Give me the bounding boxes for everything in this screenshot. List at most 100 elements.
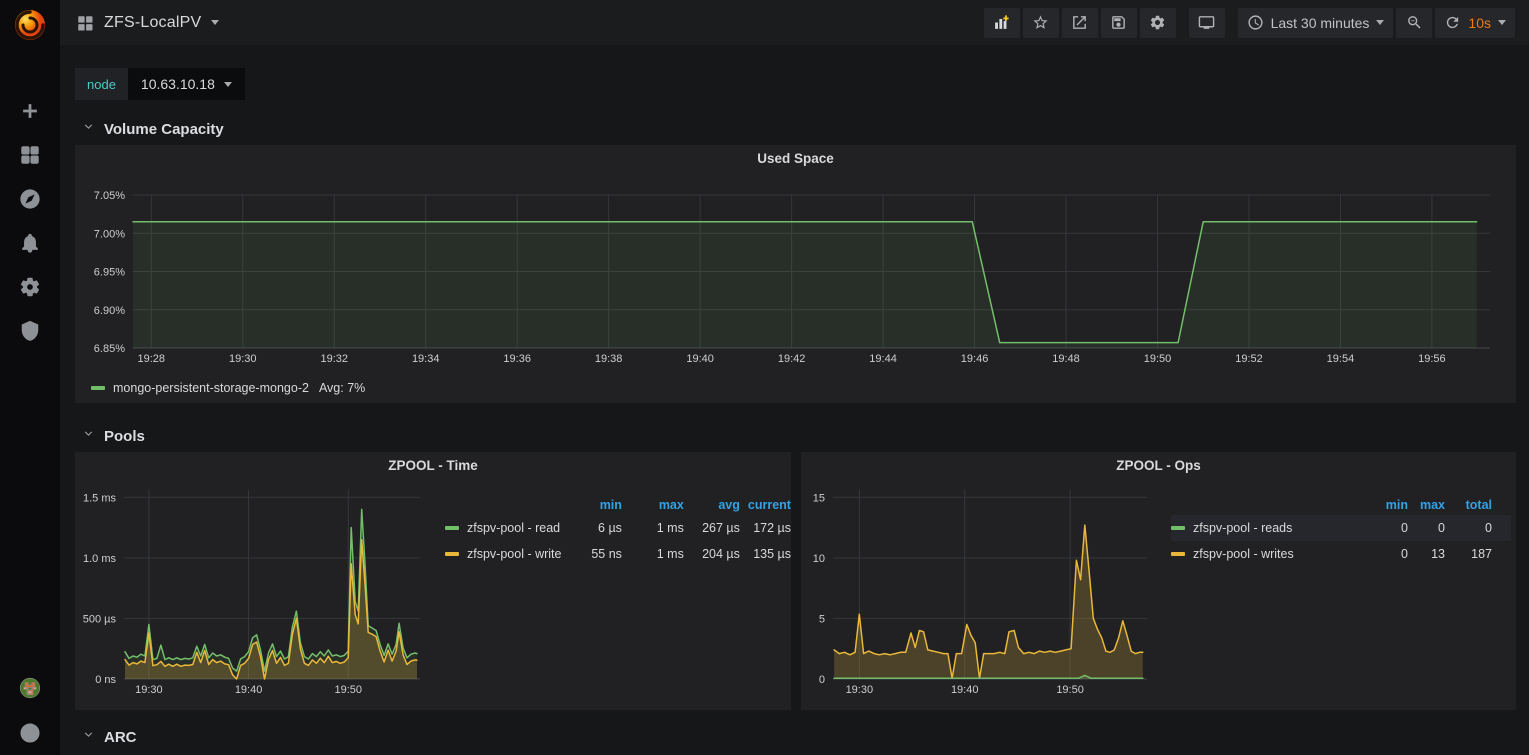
refresh-button[interactable]: 10s (1435, 8, 1515, 38)
variable-node-value-dropdown[interactable]: 10.63.10.18 (128, 68, 245, 100)
legend-series-name[interactable]: zfspv-pool - writes (1171, 547, 1301, 561)
svg-text:19:42: 19:42 (778, 353, 806, 365)
variable-node-label: node (75, 68, 128, 100)
svg-text:19:40: 19:40 (951, 684, 979, 696)
dashboard-settings-button[interactable] (1140, 8, 1176, 38)
star-button[interactable] (1023, 8, 1059, 38)
row-header-volume-capacity[interactable]: Volume Capacity (60, 115, 224, 143)
used-space-legend[interactable]: mongo-persistent-storage-mongo-2 Avg: 7% (91, 381, 365, 395)
svg-text:6.90%: 6.90% (94, 305, 125, 317)
chevron-down-icon (1376, 20, 1384, 25)
legend-series-row[interactable]: zfspv-pool - writes013187 (1171, 541, 1511, 567)
legend-value: 0 (1408, 521, 1445, 535)
legend-value: 267 µs (684, 521, 740, 535)
svg-text:1.0 ms: 1.0 ms (83, 553, 117, 565)
settings-gear-icon (1149, 14, 1166, 31)
server-admin-shield-icon[interactable] (0, 314, 60, 348)
legend-column-header[interactable]: max (1408, 498, 1445, 512)
legend-value: 1 ms (622, 547, 684, 561)
legend-series-name[interactable]: zfspv-pool - reads (1171, 521, 1301, 535)
chevron-down-icon (1498, 20, 1506, 25)
svg-text:19:30: 19:30 (229, 353, 257, 365)
refresh-interval-label: 10s (1468, 15, 1491, 31)
legend-value: 13 (1408, 547, 1445, 561)
legend-column-header[interactable]: min (573, 498, 622, 512)
svg-text:19:48: 19:48 (1052, 353, 1080, 365)
svg-text:1.5 ms: 1.5 ms (83, 492, 117, 504)
svg-text:19:50: 19:50 (1144, 353, 1172, 365)
dashboards-icon[interactable] (0, 138, 60, 172)
add-panel-icon (993, 14, 1010, 31)
legend-series-row[interactable]: zfspv-pool - write55 ns1 ms204 µs135 µs (445, 541, 791, 567)
svg-text:10: 10 (813, 553, 825, 565)
legend-value: 1 ms (622, 521, 684, 535)
series-swatch (445, 552, 459, 556)
svg-text:19:36: 19:36 (503, 353, 531, 365)
svg-text:19:50: 19:50 (1056, 684, 1084, 696)
panel-used-space: Used Space 19:2819:3019:3219:3419:3619:3… (75, 145, 1516, 403)
create-plus-icon[interactable] (0, 94, 60, 128)
row-header-pools[interactable]: Pools (60, 422, 145, 450)
dashboard-title-dropdown[interactable]: ZFS-LocalPV (76, 14, 219, 32)
legend-series-row[interactable]: zfspv-pool - read6 µs1 ms267 µs172 µs (445, 515, 791, 541)
zpool-ops-chart[interactable]: 19:3019:4019:50051015 (801, 452, 1516, 710)
share-button[interactable] (1062, 8, 1098, 38)
used-space-chart[interactable]: 19:2819:3019:3219:3419:3619:3819:4019:42… (75, 145, 1516, 403)
svg-text:19:30: 19:30 (135, 684, 163, 696)
legend-column-header[interactable]: min (1301, 498, 1408, 512)
legend-column-header[interactable]: total (1445, 498, 1492, 512)
svg-text:5: 5 (819, 613, 825, 625)
time-range-picker[interactable]: Last 30 minutes (1238, 8, 1394, 38)
chevron-down-icon (211, 20, 219, 25)
explore-compass-icon[interactable] (0, 182, 60, 216)
add-panel-button[interactable] (984, 8, 1020, 38)
svg-text:19:46: 19:46 (961, 353, 989, 365)
row-title: ARC (104, 729, 137, 746)
legend-column-header[interactable]: current (740, 498, 791, 512)
help-icon[interactable] (0, 716, 60, 750)
legend-value: 204 µs (684, 547, 740, 561)
user-avatar[interactable] (0, 670, 60, 706)
svg-text:19:52: 19:52 (1235, 353, 1263, 365)
chevron-down-icon (224, 82, 232, 87)
cycle-view-button[interactable] (1189, 8, 1225, 38)
legend-header-row: minmaxtotal (1171, 494, 1511, 515)
zoom-out-icon (1406, 14, 1423, 31)
grafana-logo[interactable] (10, 4, 50, 44)
configuration-gear-icon[interactable] (0, 270, 60, 304)
legend-series-name[interactable]: zfspv-pool - read (445, 521, 573, 535)
svg-text:19:50: 19:50 (334, 684, 362, 696)
legend-value: 55 ns (573, 547, 622, 561)
svg-text:19:40: 19:40 (235, 684, 263, 696)
legend-value: 187 (1445, 547, 1492, 561)
legend-value: 6 µs (573, 521, 622, 535)
time-range-label: Last 30 minutes (1271, 15, 1370, 31)
svg-text:19:44: 19:44 (869, 353, 897, 365)
zoom-out-button[interactable] (1396, 8, 1432, 38)
save-icon (1110, 14, 1127, 31)
save-button[interactable] (1101, 8, 1137, 38)
legend-column-header[interactable]: max (622, 498, 684, 512)
svg-text:0 ns: 0 ns (95, 674, 116, 686)
row-header-arc[interactable]: ARC (60, 723, 137, 751)
series-swatch (1171, 552, 1185, 556)
refresh-icon (1444, 14, 1461, 31)
zpool-time-legend-table: minmaxavgcurrent zfspv-pool - read6 µs1 m… (445, 494, 791, 567)
series-swatch (1171, 526, 1185, 530)
svg-text:19:32: 19:32 (320, 353, 348, 365)
svg-text:6.85%: 6.85% (94, 343, 125, 355)
svg-text:19:54: 19:54 (1327, 353, 1355, 365)
zpool-time-chart[interactable]: 19:3019:4019:500 ns500 µs1.0 ms1.5 ms (75, 452, 791, 710)
legend-column-header[interactable]: avg (684, 498, 740, 512)
legend-series-name[interactable]: zfspv-pool - write (445, 547, 573, 561)
legend-series-row[interactable]: zfspv-pool - reads000 (1171, 515, 1511, 541)
row-title: Pools (104, 428, 145, 445)
svg-text:7.05%: 7.05% (94, 190, 125, 202)
row-title: Volume Capacity (104, 121, 224, 138)
legend-value: 172 µs (740, 521, 791, 535)
series-swatch (91, 386, 105, 390)
svg-text:15: 15 (813, 492, 825, 504)
alerting-bell-icon[interactable] (0, 226, 60, 260)
zpool-ops-legend-table: minmaxtotalzfspv-pool - reads000zfspv-po… (1171, 494, 1511, 567)
panel-zpool-time: ZPOOL - Time 19:3019:4019:500 ns500 µs1.… (75, 452, 791, 710)
